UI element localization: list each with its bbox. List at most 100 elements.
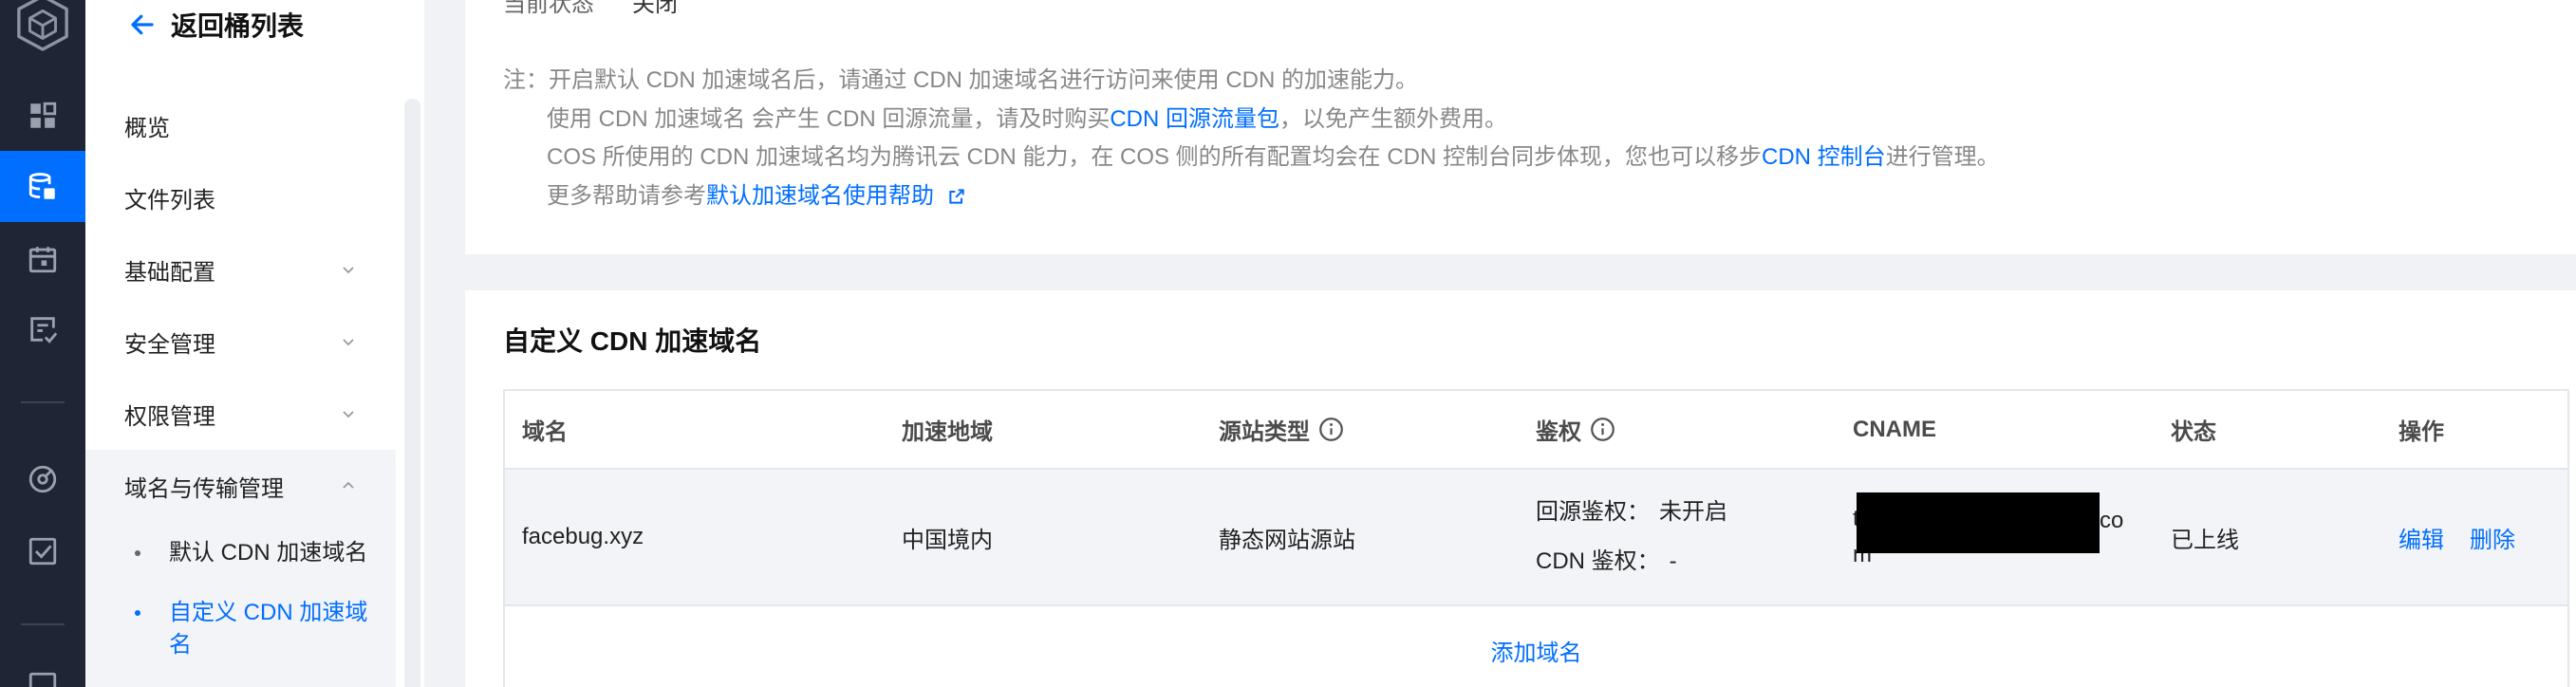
column-label: 域名: [522, 419, 568, 445]
calendar-icon: [27, 243, 59, 275]
external-link-icon[interactable]: [947, 187, 966, 206]
sidebar-item-label: 安全管理: [124, 331, 215, 358]
note-line: 更多帮助请参考 默认加速域名使用帮助: [503, 177, 2000, 216]
origin-auth-label: 回源鉴权：: [1536, 499, 1650, 525]
buy-origin-traffic-link[interactable]: CDN 回源流量包: [1110, 101, 1279, 139]
column-header-domain: 域名: [505, 391, 883, 468]
sidebar-scrollbar[interactable]: [404, 99, 420, 687]
column-header-cname: CNAME: [1834, 391, 2152, 468]
section-title: 自定义 CDN 加速域名: [503, 326, 762, 356]
status-value: 关闭: [632, 0, 678, 17]
note-text: COS 所使用的 CDN 加速域名均为腾讯云 CDN 能力，在 COS 侧的所有…: [547, 144, 1763, 170]
sidebar-item-basic-config[interactable]: 基础配置: [85, 233, 396, 306]
cell-auth: 回源鉴权： 未开启 CDN 鉴权： -: [1517, 470, 1834, 604]
column-header-origin-type: 源站类型: [1200, 391, 1517, 468]
sidebar-item-domain-transfer[interactable]: 域名与传输管理: [85, 450, 396, 522]
sidebar-item-security[interactable]: 安全管理: [85, 306, 396, 378]
cname-text-end: co: [2100, 508, 2124, 533]
acceleration-region: 中国境内: [902, 527, 993, 553]
sidebar-subitem-default-cdn[interactable]: 默认 CDN 加速域名: [135, 537, 391, 569]
cell-cname: t co m: [1834, 470, 2152, 604]
add-domain-row: 添加域名: [505, 606, 2567, 685]
note-text: 开启默认 CDN 加速域名后，请通过 CDN 加速域名进行访问来使用 CDN 的…: [549, 67, 1418, 93]
monitor-icon: [27, 463, 59, 495]
note-text: 进行管理。: [1885, 144, 2000, 170]
origin-type: 静态网站源站: [1219, 527, 1355, 553]
cdn-console-link[interactable]: CDN 控制台: [1762, 139, 1886, 177]
column-label: 加速地域: [902, 419, 993, 445]
sidebar-subitem-label: 自定义 CDN 加速域名: [169, 600, 368, 658]
origin-auth-value: 未开启: [1659, 499, 1727, 525]
sidebar-item-overview[interactable]: 概览: [85, 89, 396, 161]
rail-divider: [21, 401, 65, 403]
cdn-notes: 注： 开启默认 CDN 加速域名后，请通过 CDN 加速域名进行访问来使用 CD…: [503, 62, 2000, 215]
product-nav-rail: [0, 0, 85, 687]
sidebar-item-label: 域名与传输管理: [124, 475, 284, 502]
status-label: 当前状态: [503, 0, 594, 17]
bucket-icon: [27, 171, 59, 203]
overview-nav-button[interactable]: [0, 80, 85, 151]
bucket-sidebar: 返回桶列表 概览 文件列表 基础配置 安全管理 权限管理 域名与传输管理 默认 …: [85, 0, 424, 687]
cdn-auth-line: CDN 鉴权： -: [1536, 537, 1677, 586]
bullet-dot: [135, 610, 140, 616]
cos-logo-icon[interactable]: [15, 0, 70, 53]
table-header: 域名 加速地域 源站类型 鉴权 CNAME 状态 操作: [505, 391, 2567, 470]
monitor-nav-button[interactable]: [0, 443, 85, 514]
status-row: 当前状态 关闭: [503, 0, 883, 21]
cell-actions: 编辑 删除: [2380, 470, 2567, 604]
bullet-dot: [135, 550, 140, 556]
chevron-down-icon: [341, 334, 356, 349]
back-to-bucket-list-link[interactable]: 返回桶列表: [128, 4, 304, 46]
delete-button[interactable]: 删除: [2470, 521, 2515, 554]
note-text: ，以免产生额外费用。: [1279, 105, 1508, 132]
column-label: CNAME: [1853, 416, 1936, 442]
chevron-down-icon: [341, 406, 356, 421]
arrow-left-icon: [128, 10, 157, 39]
sidebar-subitem-label: 默认 CDN 加速域名: [169, 540, 368, 566]
info-icon[interactable]: [1318, 417, 1344, 442]
cell-region: 中国境内: [883, 470, 1200, 604]
column-label: 源站类型: [1219, 419, 1310, 445]
cdn-auth-value: -: [1669, 548, 1677, 574]
rail-divider: [21, 623, 65, 625]
calendar-nav-button[interactable]: [0, 223, 85, 294]
edit-button[interactable]: 编辑: [2399, 521, 2444, 554]
redaction-box: [1857, 492, 2100, 553]
column-label: 状态: [2171, 419, 2216, 445]
column-header-actions: 操作: [2380, 391, 2567, 468]
add-domain-button[interactable]: 添加域名: [1491, 638, 1582, 670]
task-nav-button[interactable]: [0, 293, 85, 364]
note-line: 注： 开启默认 CDN 加速域名后，请通过 CDN 加速域名进行访问来使用 CD…: [503, 62, 2000, 101]
sidebar-item-label: 概览: [124, 115, 170, 141]
domain-name: facebug.xyz: [522, 524, 644, 549]
info-icon[interactable]: [1590, 417, 1615, 442]
note-prefix: 注：: [503, 67, 549, 93]
sidebar-subitem-custom-cdn[interactable]: 自定义 CDN 加速域名: [135, 597, 391, 661]
custom-domain-table: 域名 加速地域 源站类型 鉴权 CNAME 状态 操作 facebug.xyz …: [503, 389, 2569, 687]
note-line: COS 所使用的 CDN 加速域名均为腾讯云 CDN 能力，在 COS 侧的所有…: [503, 139, 2000, 177]
sidebar-item-permissions[interactable]: 权限管理: [85, 378, 396, 450]
column-header-status: 状态: [2152, 391, 2380, 468]
overview-icon: [27, 100, 59, 132]
sidebar-item-label: 文件列表: [124, 187, 215, 214]
status-badge: 已上线: [2171, 527, 2239, 553]
note-text: 更多帮助请参考: [547, 182, 706, 209]
column-header-region: 加速地域: [883, 391, 1200, 468]
task-icon: [27, 313, 59, 345]
note-text: 使用 CDN 加速域名 会产生 CDN 回源流量，请及时购买: [547, 105, 1111, 132]
default-cdn-panel: 当前状态 关闭 注： 开启默认 CDN 加速域名后，请通过 CDN 加速域名进行…: [465, 0, 2576, 254]
check-square-icon: [27, 535, 59, 567]
cell-domain: facebug.xyz: [505, 470, 883, 604]
back-label: 返回桶列表: [171, 11, 305, 41]
cdn-auth-label: CDN 鉴权：: [1536, 548, 1660, 574]
custom-cdn-panel: 自定义 CDN 加速域名 域名 加速地域 源站类型 鉴权 CNAME 状态 操作…: [465, 290, 2576, 687]
chevron-up-icon: [341, 478, 356, 493]
default-domain-help-link[interactable]: 默认加速域名使用帮助: [706, 177, 934, 216]
sidebar-item-file-list[interactable]: 文件列表: [85, 161, 396, 233]
cell-status: 已上线: [2152, 470, 2380, 604]
column-label: 操作: [2399, 419, 2444, 445]
check-nav-button[interactable]: [0, 515, 85, 586]
sidebar-item-label: 权限管理: [124, 403, 215, 430]
bucket-nav-button[interactable]: [0, 151, 85, 222]
more-nav-button[interactable]: [0, 670, 85, 687]
